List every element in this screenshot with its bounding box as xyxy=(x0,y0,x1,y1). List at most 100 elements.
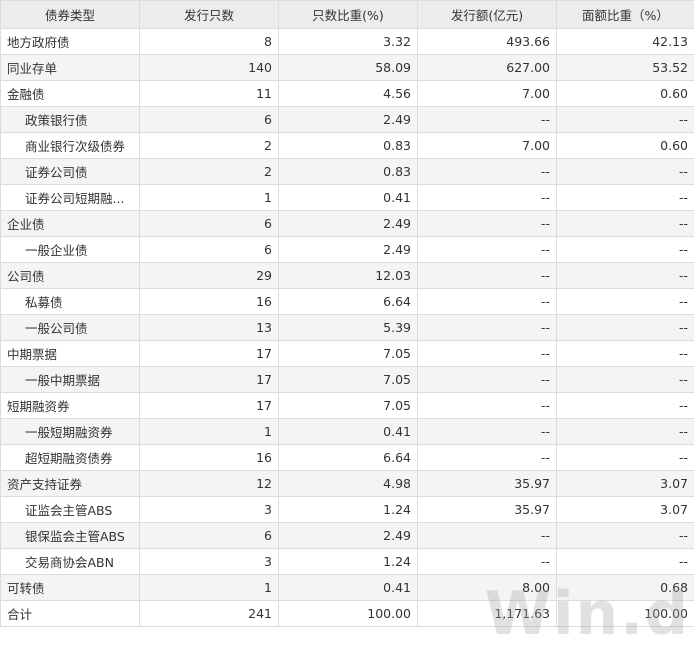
amount-ratio-cell: 0.60 xyxy=(556,132,694,159)
count-ratio-cell: 2.49 xyxy=(278,210,418,237)
issue-amount-cell: 7.00 xyxy=(417,80,557,107)
issue-count-cell: 3 xyxy=(139,548,279,575)
header-issue-count[interactable]: 发行只数 xyxy=(139,0,279,29)
bond-type-cell: 资产支持证券 xyxy=(0,470,140,497)
bond-type-cell: 合计 xyxy=(0,600,140,627)
issue-count-cell: 241 xyxy=(139,600,279,627)
table-row[interactable]: 中期票据 17 7.05 -- -- xyxy=(0,340,694,367)
issue-amount-cell: 35.97 xyxy=(417,496,557,523)
table-row[interactable]: 企业债 6 2.49 -- -- xyxy=(0,210,694,237)
issue-count-cell: 1 xyxy=(139,184,279,211)
issue-amount-cell: 8.00 xyxy=(417,574,557,601)
amount-ratio-cell: -- xyxy=(556,548,694,575)
issue-count-cell: 12 xyxy=(139,470,279,497)
amount-ratio-cell: 0.68 xyxy=(556,574,694,601)
bond-type-cell: 政策银行债 xyxy=(0,106,140,133)
amount-ratio-cell: -- xyxy=(556,288,694,315)
table-row[interactable]: 超短期融资债券 16 6.64 -- -- xyxy=(0,444,694,471)
bond-type-cell: 可转债 xyxy=(0,574,140,601)
bond-type-cell: 公司债 xyxy=(0,262,140,289)
table-row[interactable]: 证券公司短期融... 1 0.41 -- -- xyxy=(0,184,694,211)
issue-count-cell: 29 xyxy=(139,262,279,289)
bond-issuance-table-view: 债券类型 发行只数 只数比重(%) 发行额(亿元) 面额比重（%） 地方政府债 8… xyxy=(0,0,694,649)
table-body: 地方政府债 8 3.32 493.66 42.13 同业存单 140 58.09 627.00 5… xyxy=(0,28,694,627)
issue-amount-cell: -- xyxy=(417,392,557,419)
table-row[interactable]: 证监会主管ABS 3 1.24 35.97 3.07 xyxy=(0,496,694,523)
issue-count-cell: 6 xyxy=(139,522,279,549)
count-ratio-cell: 0.41 xyxy=(278,418,418,445)
table-row[interactable]: 短期融资券 17 7.05 -- -- xyxy=(0,392,694,419)
table-row[interactable]: 一般短期融资券 1 0.41 -- -- xyxy=(0,418,694,445)
issue-amount-cell: -- xyxy=(417,444,557,471)
bond-type-cell: 证券公司债 xyxy=(0,158,140,185)
issue-amount-cell: -- xyxy=(417,288,557,315)
count-ratio-cell: 0.41 xyxy=(278,184,418,211)
table-row[interactable]: 同业存单 140 58.09 627.00 53.52 xyxy=(0,54,694,81)
issue-amount-cell: -- xyxy=(417,418,557,445)
count-ratio-cell: 1.24 xyxy=(278,548,418,575)
issue-amount-cell: -- xyxy=(417,340,557,367)
issue-count-cell: 17 xyxy=(139,366,279,393)
table-row[interactable]: 一般公司债 13 5.39 -- -- xyxy=(0,314,694,341)
issue-count-cell: 1 xyxy=(139,418,279,445)
count-ratio-cell: 58.09 xyxy=(278,54,418,81)
count-ratio-cell: 6.64 xyxy=(278,288,418,315)
amount-ratio-cell: -- xyxy=(556,340,694,367)
table-row[interactable]: 政策银行债 6 2.49 -- -- xyxy=(0,106,694,133)
issue-count-cell: 6 xyxy=(139,210,279,237)
issue-count-cell: 17 xyxy=(139,392,279,419)
bond-type-cell: 交易商协会ABN xyxy=(0,548,140,575)
table-row[interactable]: 私募债 16 6.64 -- -- xyxy=(0,288,694,315)
issue-count-cell: 140 xyxy=(139,54,279,81)
table-total-row[interactable]: 合计 241 100.00 1,171.63 100.00 xyxy=(0,600,694,627)
table-row[interactable]: 交易商协会ABN 3 1.24 -- -- xyxy=(0,548,694,575)
issue-amount-cell: -- xyxy=(417,236,557,263)
table-row[interactable]: 证券公司债 2 0.83 -- -- xyxy=(0,158,694,185)
table-row[interactable]: 一般企业债 6 2.49 -- -- xyxy=(0,236,694,263)
count-ratio-cell: 2.49 xyxy=(278,236,418,263)
bond-type-cell: 同业存单 xyxy=(0,54,140,81)
amount-ratio-cell: -- xyxy=(556,418,694,445)
issue-count-cell: 17 xyxy=(139,340,279,367)
bond-type-cell: 地方政府债 xyxy=(0,28,140,55)
bond-type-cell: 一般中期票据 xyxy=(0,366,140,393)
header-issue-amount[interactable]: 发行额(亿元) xyxy=(417,0,557,29)
count-ratio-cell: 6.64 xyxy=(278,444,418,471)
amount-ratio-cell: 42.13 xyxy=(556,28,694,55)
issue-count-cell: 16 xyxy=(139,444,279,471)
table-row[interactable]: 一般中期票据 17 7.05 -- -- xyxy=(0,366,694,393)
bond-type-cell: 金融债 xyxy=(0,80,140,107)
table-row[interactable]: 地方政府债 8 3.32 493.66 42.13 xyxy=(0,28,694,55)
bond-issuance-table: 债券类型 发行只数 只数比重(%) 发行额(亿元) 面额比重（%） 地方政府债 8… xyxy=(0,0,694,627)
table-row[interactable]: 银保监会主管ABS 6 2.49 -- -- xyxy=(0,522,694,549)
header-bond-type[interactable]: 债券类型 xyxy=(0,0,140,29)
amount-ratio-cell: -- xyxy=(556,444,694,471)
table-row[interactable]: 公司债 29 12.03 -- -- xyxy=(0,262,694,289)
count-ratio-cell: 1.24 xyxy=(278,496,418,523)
amount-ratio-cell: -- xyxy=(556,392,694,419)
table-row[interactable]: 资产支持证券 12 4.98 35.97 3.07 xyxy=(0,470,694,497)
issue-amount-cell: -- xyxy=(417,366,557,393)
bond-type-cell: 短期融资券 xyxy=(0,392,140,419)
amount-ratio-cell: -- xyxy=(556,236,694,263)
issue-amount-cell: -- xyxy=(417,184,557,211)
issue-amount-cell: -- xyxy=(417,158,557,185)
issue-count-cell: 6 xyxy=(139,106,279,133)
bond-type-cell: 私募债 xyxy=(0,288,140,315)
issue-amount-cell: 7.00 xyxy=(417,132,557,159)
amount-ratio-cell: 3.07 xyxy=(556,470,694,497)
count-ratio-cell: 100.00 xyxy=(278,600,418,627)
issue-count-cell: 2 xyxy=(139,158,279,185)
count-ratio-cell: 7.05 xyxy=(278,392,418,419)
amount-ratio-cell: -- xyxy=(556,184,694,211)
table-row[interactable]: 商业银行次级债券 2 0.83 7.00 0.60 xyxy=(0,132,694,159)
bond-type-cell: 超短期融资债券 xyxy=(0,444,140,471)
table-row[interactable]: 可转债 1 0.41 8.00 0.68 xyxy=(0,574,694,601)
issue-amount-cell: -- xyxy=(417,522,557,549)
issue-amount-cell: 627.00 xyxy=(417,54,557,81)
count-ratio-cell: 0.83 xyxy=(278,132,418,159)
header-amount-ratio[interactable]: 面额比重（%） xyxy=(556,0,694,29)
count-ratio-cell: 7.05 xyxy=(278,340,418,367)
header-count-ratio[interactable]: 只数比重(%) xyxy=(278,0,418,29)
table-row[interactable]: 金融债 11 4.56 7.00 0.60 xyxy=(0,80,694,107)
